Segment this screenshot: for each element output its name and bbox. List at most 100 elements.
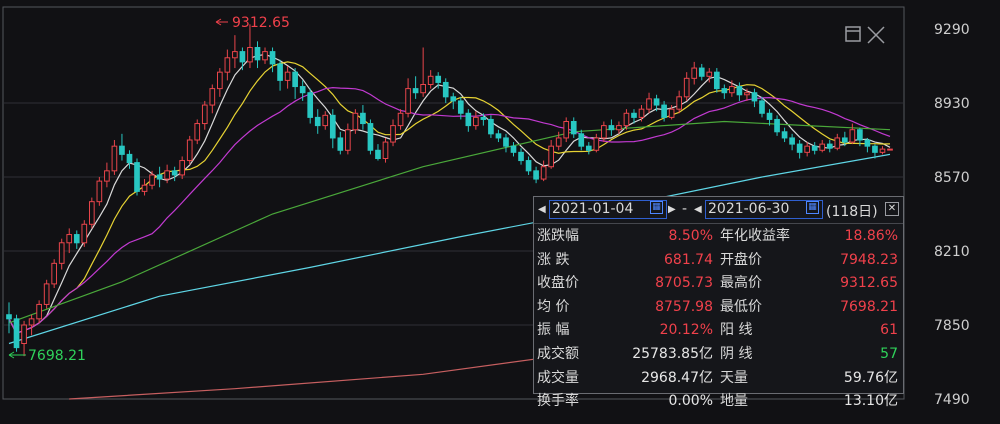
panel-close-icon[interactable]: ✕: [885, 202, 899, 216]
candle: [465, 109, 472, 132]
end-date: 2021-06-30: [708, 201, 790, 217]
candle: [789, 133, 795, 151]
candle: [593, 133, 600, 153]
high-value-label: 9312.65: [232, 15, 290, 31]
restore-icon[interactable]: [845, 26, 861, 42]
candle: [21, 320, 27, 357]
candle: [397, 109, 404, 130]
candle: [224, 49, 231, 81]
candle: [126, 150, 133, 169]
candle: [608, 119, 615, 136]
stat-value: 2968.47亿: [641, 369, 713, 386]
candle: [81, 220, 88, 247]
stat-value: 8.50%: [668, 228, 713, 244]
candle: [759, 96, 765, 118]
candle: [111, 140, 118, 175]
calendar-icon[interactable]: ▦: [650, 201, 663, 214]
stats-row: 收盘价 8705.73 最高价 9312.65: [534, 272, 903, 296]
days-count: (118日): [826, 204, 878, 220]
candle: [171, 166, 178, 182]
prev-start-arrow[interactable]: ◀: [538, 204, 546, 215]
candle: [796, 140, 803, 159]
candle: [774, 115, 780, 136]
candle: [518, 148, 524, 165]
candle: [292, 68, 298, 99]
stat-value: 9312.65: [840, 275, 898, 292]
candle: [360, 105, 366, 130]
candle: [375, 144, 381, 161]
low-value-label: 7698.21: [28, 348, 86, 364]
candle: [277, 59, 283, 91]
candle: [28, 314, 35, 336]
candle: [495, 129, 502, 143]
candle: [819, 140, 826, 153]
y-tick-label: 7850: [934, 318, 970, 334]
date-separator: -: [682, 201, 688, 217]
stat-label: 成交额: [537, 345, 579, 362]
stats-row: 成交额 25783.85亿阴 线 57: [534, 343, 903, 367]
candle: [345, 123, 351, 155]
candle: [736, 82, 743, 101]
candle: [473, 111, 479, 130]
stats-row: 振 幅 20.12% 阳 线 61: [534, 319, 903, 343]
interval-header: ◀ 2021-01-04 ▦ ▶ - ◀ 2021-06-30 ▦ (118日)…: [534, 197, 903, 224]
stat-label: 振 幅: [537, 322, 570, 339]
candle: [119, 133, 125, 161]
stats-row: 换手率 0.00% 地量 13.10亿: [534, 390, 903, 414]
candle: [442, 78, 449, 103]
candle: [262, 47, 268, 64]
stat-value: 20.12%: [659, 322, 713, 339]
candle: [382, 137, 389, 163]
next-start-arrow[interactable]: ▶: [668, 204, 676, 215]
candle: [179, 156, 186, 180]
close-icon[interactable]: [867, 26, 885, 44]
candle: [149, 170, 155, 190]
calendar-icon[interactable]: ▦: [806, 201, 819, 214]
candle: [217, 68, 223, 97]
candle: [887, 148, 893, 151]
candle: [322, 111, 329, 130]
stat-value: 57: [880, 345, 898, 362]
stat-label: 涨 跌: [537, 251, 570, 268]
candle: [352, 109, 359, 134]
candle: [88, 197, 95, 229]
candle: [58, 238, 65, 270]
stat-value: 7698.21: [840, 298, 898, 315]
candle: [834, 133, 841, 151]
stat-value: 8705.73: [655, 275, 713, 292]
stats-row: 涨 跌 681.74 开盘价 7948.23: [534, 249, 903, 273]
candle: [307, 88, 314, 124]
candle: [194, 119, 201, 145]
stat-label: 天量: [720, 369, 748, 386]
candle: [43, 279, 50, 309]
candle: [232, 35, 238, 69]
stat-label: 开盘价: [720, 251, 762, 268]
candle: [638, 105, 645, 122]
candle: [6, 302, 12, 334]
y-axis-labels: 9290 8930 8570 8210 7850 7490: [934, 22, 970, 408]
candle: [201, 100, 208, 130]
y-tick-label: 7490: [934, 392, 970, 408]
candle: [676, 90, 682, 114]
stat-value: 18.86%: [844, 228, 898, 244]
candle: [781, 127, 788, 143]
candle: [503, 133, 509, 153]
high-annotation: 9312.65: [215, 15, 290, 31]
candle: [691, 61, 698, 85]
candle: [51, 259, 58, 288]
candle: [186, 135, 193, 165]
interval-stats-panel: ◀ 2021-01-04 ▦ ▶ - ◀ 2021-06-30 ▦ (118日)…: [533, 196, 904, 409]
candle: [412, 76, 419, 99]
low-annotation: 7698.21: [8, 348, 86, 364]
prev-end-arrow[interactable]: ◀: [694, 204, 702, 215]
candle: [623, 109, 630, 130]
candle: [73, 230, 80, 249]
stat-value: 7948.23: [840, 251, 898, 268]
candle: [254, 41, 261, 69]
candle: [713, 68, 720, 93]
candle: [209, 84, 216, 114]
candle: [239, 47, 246, 71]
candle: [390, 119, 396, 147]
candle: [811, 142, 818, 155]
candle: [141, 179, 148, 196]
